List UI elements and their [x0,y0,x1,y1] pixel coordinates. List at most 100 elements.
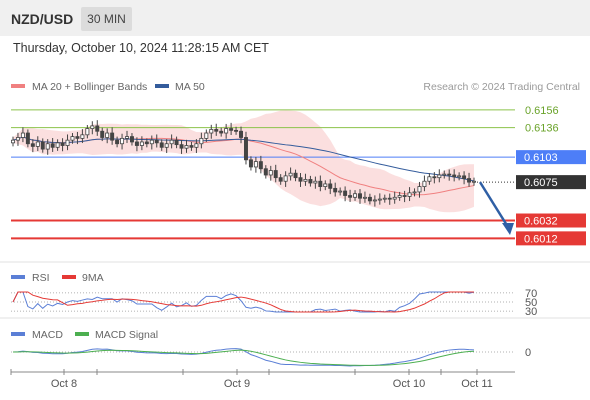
candle-body [353,193,358,198]
candle-body [367,196,372,202]
candle-body [243,137,248,161]
level-label: 0.6136 [525,123,559,135]
candle-body [224,128,229,134]
candle-body [298,177,303,182]
candle-body [273,170,278,179]
candle-body [219,130,224,134]
candle-body [204,132,209,139]
candle-body [313,180,318,184]
candle-body [120,137,125,145]
ma50-legend-swatch [155,84,169,88]
candle-body [75,136,80,139]
rsi-legend-swatch [11,275,25,279]
candle-body [25,132,30,145]
chart-area: MA 20 + Bollinger Bands MA 50 Research ©… [0,81,590,390]
candle-body [422,180,427,187]
candle-body [288,172,293,177]
candle-body [258,161,263,170]
candle-body [40,141,45,150]
candle-body [387,197,392,200]
x-tick-label: Oct 9 [224,378,250,390]
bb-legend-swatch [11,84,25,88]
candle-body [447,173,452,176]
candle-body [149,139,154,145]
level-label: 0.6156 [525,105,559,117]
source-label: Research © 2024 Trading Central [423,81,580,93]
candle-body [199,137,204,145]
candle-body [343,190,348,196]
candle-body [30,143,35,147]
candle-body [372,199,377,202]
candle-body [333,187,338,193]
candle-body [184,145,189,149]
candle-body [462,175,467,179]
rsi-tick-label: 30 [525,306,537,318]
candle-body [115,139,120,145]
ma50-legend-label: MA 50 [175,81,205,93]
candle-body [412,191,417,194]
candle-body [110,132,115,141]
candle-body [125,136,129,139]
candle-body [234,129,239,132]
candle-body [65,139,70,146]
bb-legend-label: MA 20 + Bollinger Bands [32,81,147,93]
candle-body [229,128,234,131]
candle-body [278,177,283,182]
candle-body [452,174,457,178]
candle-body [437,174,442,179]
price-level-labels: 0.6156 0.6136 0.6103 0.6075 0.6032 0.6012 [516,105,586,246]
candle-body [268,170,273,176]
candle-body [174,139,179,146]
candle-body [11,139,15,144]
candle-body [159,142,164,148]
macd-signal-legend-label: MACD Signal [95,329,158,341]
candle-body [134,141,139,146]
candle-body [85,128,90,136]
candle-body [154,139,159,144]
rsi-panel: 705030 [11,288,537,318]
candle-body [214,129,219,132]
candle-body [55,142,60,148]
candle-body [402,195,407,197]
candle-body [348,195,353,198]
rsi-ma-legend-label: 9MA [82,272,104,284]
candle-body [248,159,253,168]
candle-body [472,180,476,183]
candle-body [303,179,308,182]
candle-body [457,175,462,178]
candle-body [293,172,298,179]
candle-body [50,143,55,148]
candle-body [189,145,194,148]
candle-body [323,183,328,187]
candle-body [129,136,134,143]
macd-legend-swatch [11,332,25,336]
candle-body [263,168,268,176]
candle-body [239,130,244,138]
macd-signal-line [12,349,475,366]
candle-body [100,130,105,138]
candle-body [139,141,144,146]
candle-body [417,186,422,193]
candle-body [179,144,184,149]
x-tick-label: Oct 8 [51,378,77,390]
candle-body [427,176,432,182]
rsi-legend-label: RSI [32,272,50,284]
candle-body [90,125,95,129]
rsi-ma-legend-swatch [62,275,76,279]
candle-body [105,132,110,138]
candle-body [15,137,20,141]
candle-body [392,196,397,200]
candle-body [328,183,333,189]
candle-body [283,175,288,182]
level-label: 0.6032 [524,216,558,228]
level-label: 0.6075 [524,177,558,189]
candle-body [95,125,100,132]
candle-body [45,143,50,150]
candle-body [70,136,75,141]
candle-body [80,134,85,139]
forecast-arrow-head [502,223,514,236]
candle-body [377,198,382,201]
candle-body [358,193,362,199]
candle-body [169,139,174,145]
level-label: 0.6103 [524,152,558,164]
